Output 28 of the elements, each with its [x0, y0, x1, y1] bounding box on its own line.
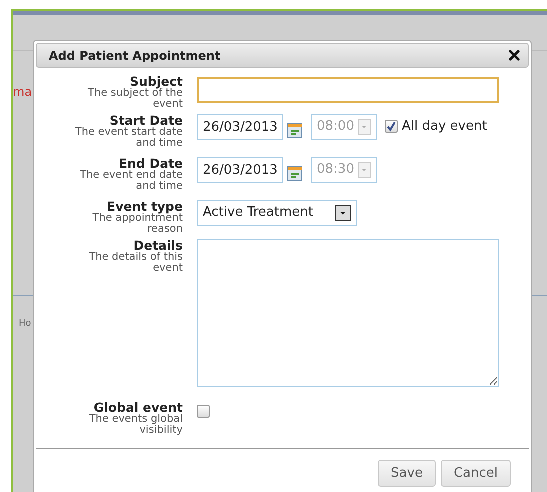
field-hint: The event end date and time	[79, 170, 183, 192]
field-label: Event type	[107, 200, 183, 213]
field-label: Subject	[130, 75, 183, 88]
field-hint: The event start date and time	[74, 127, 183, 149]
field-label: End Date	[118, 157, 183, 170]
select-field[interactable]: Active Treatment	[197, 200, 357, 226]
label-text: Ho	[19, 318, 32, 331]
field-hint: The appointment reason	[92, 213, 183, 235]
dialog-button[interactable]: Cancel	[440, 460, 511, 487]
close-icon[interactable]	[509, 50, 520, 61]
dialog-title: Add Patient Appointment	[49, 48, 221, 64]
dropdown-icon[interactable]	[335, 205, 351, 221]
checkbox-label: All day event	[402, 118, 488, 136]
calendar-icon[interactable]	[287, 122, 303, 139]
date-field[interactable]: 26/03/2013	[197, 157, 283, 183]
field-label: Global event	[94, 401, 183, 414]
field-hint: The subject of the event	[87, 88, 183, 110]
date-field[interactable]: 26/03/2013	[197, 114, 283, 140]
text-input[interactable]	[197, 77, 499, 103]
dialog-button[interactable]: Save	[378, 460, 436, 487]
checkbox[interactable]	[385, 120, 398, 134]
field-hint: The details of this event	[88, 252, 183, 274]
field-label: Start Date	[110, 114, 183, 127]
field-hint: The events global visibility	[88, 414, 183, 436]
checkbox[interactable]	[197, 405, 210, 418]
field-label: Details	[134, 239, 183, 252]
calendar-icon[interactable]	[287, 166, 303, 182]
link-text[interactable]: ma	[13, 83, 32, 101]
